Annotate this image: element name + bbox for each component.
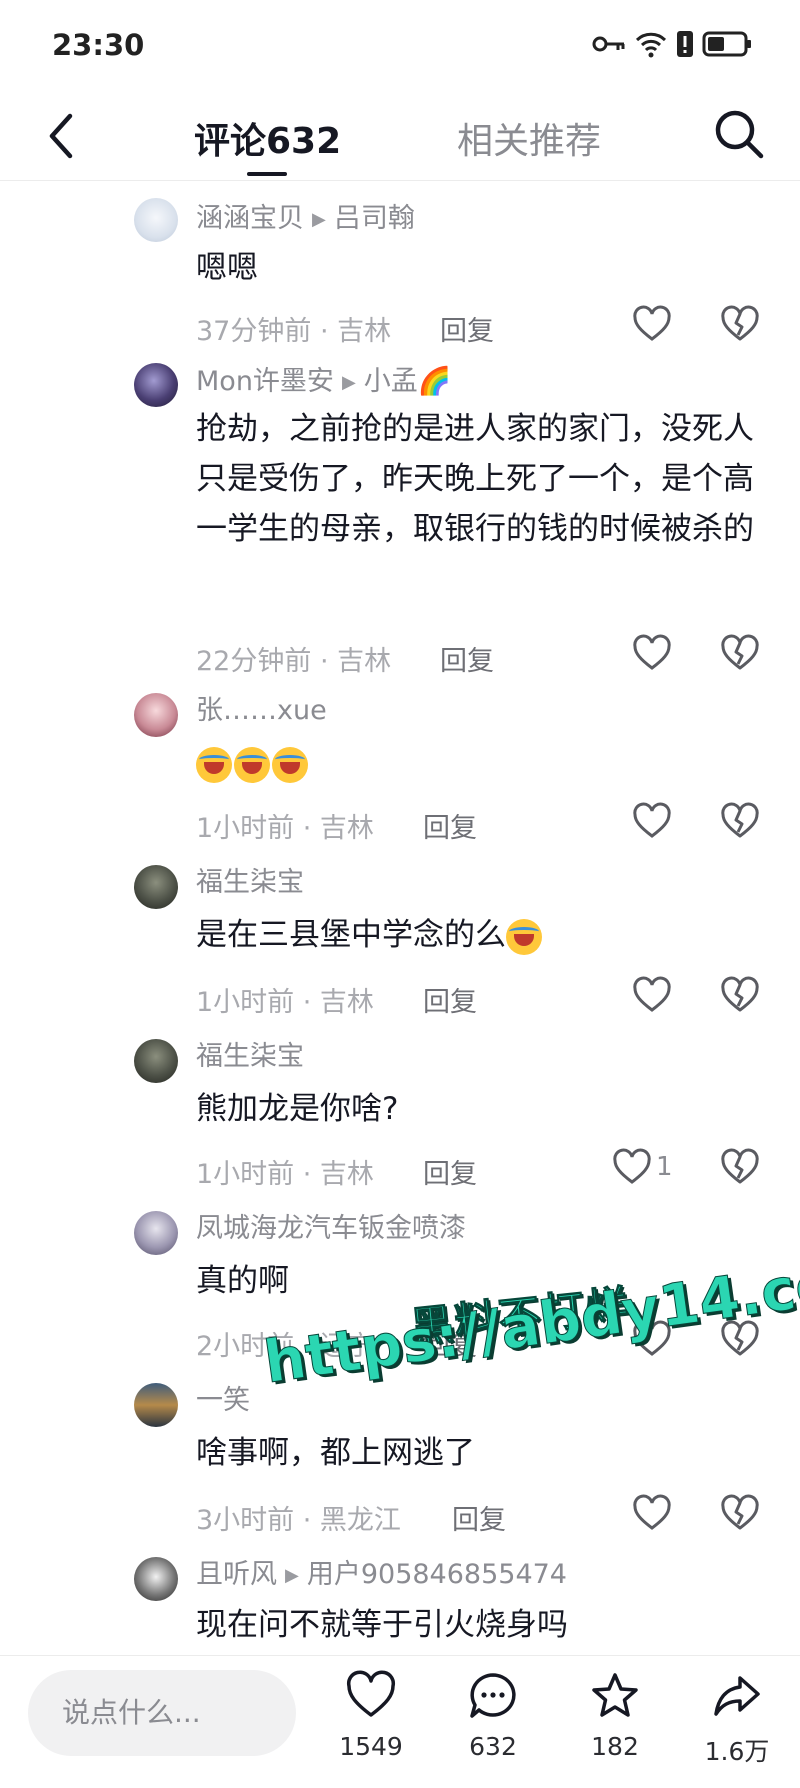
broken-heart-icon[interactable] [720, 1148, 760, 1188]
heart-icon[interactable] [632, 1494, 672, 1534]
search-icon[interactable] [712, 106, 766, 162]
comment-list: 涵涵宝贝 ▶ 吕司翰 嗯嗯 37分钟前 · 吉林 回复 Mon许墨安 ▶ 小孟🌈 抢劫，… [0, 181, 800, 1654]
heart-icon[interactable] [632, 802, 672, 842]
battery-icon [702, 31, 751, 57]
comment-item: 且听风 ▶ 用户905846855474 现在问不就等于引火烧身吗 [0, 1540, 800, 1654]
comment-text: 熊加龙是你啥? [196, 1091, 399, 1127]
comment-input[interactable]: 说点什么... [28, 1670, 296, 1756]
comment-meta: 37分钟前 · 吉林 [196, 316, 392, 347]
status-icons [592, 30, 752, 58]
comment-item: 涵涵宝贝 ▶ 吕司翰 嗯嗯 37分钟前 · 吉林 回复 [0, 181, 800, 348]
wifi-icon [635, 32, 667, 58]
avatar[interactable] [134, 865, 178, 909]
reply-arrow-icon: ▶ [285, 1565, 299, 1586]
crying-emoji-icon [234, 746, 270, 783]
tab-comments[interactable]: 评论632 [194, 112, 341, 164]
share-icon [714, 1676, 760, 1716]
tab-indicator [247, 172, 287, 176]
comment-username[interactable]: 张……xue [196, 695, 327, 726]
heart-icon [346, 1670, 396, 1717]
crying-emoji-icon [272, 746, 308, 783]
comment-username[interactable]: 凤城海龙汽车钣金喷漆 [196, 1213, 466, 1244]
heart-icon[interactable] [632, 305, 672, 345]
comment-username[interactable]: 福生柒宝 [196, 867, 304, 898]
avatar[interactable] [134, 1039, 178, 1083]
avatar[interactable] [134, 363, 178, 407]
comment-item: 张……xue 1小时前 · 吉林 回复 [0, 676, 800, 848]
comment-username[interactable]: 一笑 [196, 1385, 250, 1416]
reply-arrow-icon: ▶ [341, 372, 356, 393]
comment-icon [470, 1673, 516, 1718]
comment-text: 嗯嗯 [196, 250, 258, 286]
reply-button[interactable]: 回复 [423, 980, 477, 1019]
reply-button[interactable]: 回复 [440, 309, 494, 348]
comment-username[interactable]: 涵涵宝贝 [196, 203, 304, 234]
comment-meta: 1小时前 · 吉林 [196, 813, 374, 844]
broken-heart-icon[interactable] [720, 1494, 760, 1534]
reply-target[interactable]: 吕司翰 [334, 203, 415, 234]
comment-item: Mon许墨安 ▶ 小孟🌈 抢劫，之前抢的是进人家的家门，没死人只是受伤了，昨天晚上死… [0, 346, 800, 678]
comment-text: 是在三县堡中学念的么 [196, 917, 506, 953]
comment-meta: 22分钟前 · 吉林 [196, 646, 392, 677]
comment-meta: 1小时前 · 吉林 [196, 987, 374, 1018]
comment-item: 福生柒宝 熊加龙是你啥? 1小时前 · 吉林 回复 1 [0, 1022, 800, 1194]
reply-target[interactable]: 用户905846855474 [307, 1559, 567, 1590]
status-bar: 23:30 [0, 0, 800, 92]
avatar[interactable] [134, 693, 178, 737]
reply-button[interactable]: 回复 [452, 1498, 506, 1537]
star-icon [592, 1673, 638, 1717]
comment-meta: 1小时前 · 吉林 [196, 1159, 374, 1190]
heart-icon[interactable] [632, 634, 672, 674]
comment-username[interactable]: Mon许墨安 [196, 366, 334, 397]
back-icon[interactable] [40, 110, 84, 162]
avatar[interactable] [134, 1383, 178, 1427]
bottom-bar: 说点什么... 1549 632 182 1.6万 [0, 1655, 800, 1788]
avatar[interactable] [134, 198, 178, 242]
avatar[interactable] [134, 1557, 178, 1601]
heart-icon[interactable] [612, 1148, 652, 1188]
crying-emoji-icon [196, 746, 232, 783]
reply-button[interactable]: 回复 [423, 806, 477, 845]
reply-arrow-icon: ▶ [312, 209, 326, 230]
avatar[interactable] [134, 1211, 178, 1255]
comment-text: 抢劫，之前抢的是进人家的家门，没死人只是受伤了，昨天晚上死了一个，是个高一学生的… [196, 411, 754, 547]
comment-item: 福生柒宝 是在三县堡中学念的么 1小时前 · 吉林 回复 [0, 848, 800, 1022]
like-action[interactable]: 1549 [326, 1670, 416, 1761]
broken-heart-icon[interactable] [720, 305, 760, 345]
comment-username[interactable]: 福生柒宝 [196, 1041, 304, 1072]
comment-count: 632 [469, 1732, 517, 1761]
share-count: 1.6万 [704, 1737, 770, 1766]
comment-text [196, 738, 764, 788]
comment-action[interactable]: 632 [448, 1670, 538, 1761]
comment-username[interactable]: 且听风 [196, 1559, 277, 1590]
like-count: 1549 [339, 1732, 403, 1761]
broken-heart-icon[interactable] [720, 634, 760, 674]
broken-heart-icon[interactable] [720, 802, 760, 842]
reply-button[interactable]: 回复 [423, 1152, 477, 1191]
comment-text: 啥事啊，都上网逃了 [196, 1435, 475, 1471]
header: 评论632 相关推荐 [0, 92, 800, 181]
comment-item: 一笑 啥事啊，都上网逃了 3小时前 · 黑龙江 回复 [0, 1366, 800, 1540]
heart-icon[interactable] [632, 976, 672, 1016]
reply-button[interactable]: 回复 [440, 639, 494, 678]
like-count: 1 [656, 1152, 673, 1182]
favorite-action[interactable]: 182 [570, 1670, 660, 1761]
share-action[interactable]: 1.6万 [692, 1670, 782, 1768]
favorite-count: 182 [591, 1732, 639, 1761]
tab-related[interactable]: 相关推荐 [457, 112, 601, 164]
crying-emoji-icon [506, 918, 542, 955]
status-time: 23:30 [52, 28, 145, 62]
comment-meta: 3小时前 · 黑龙江 [196, 1505, 401, 1536]
key-icon [592, 36, 625, 52]
reply-target[interactable]: 小孟🌈 [364, 366, 452, 397]
comment-text: 现在问不就等于引火烧身吗 [196, 1607, 568, 1643]
alert-icon [677, 31, 693, 57]
broken-heart-icon[interactable] [720, 976, 760, 1016]
